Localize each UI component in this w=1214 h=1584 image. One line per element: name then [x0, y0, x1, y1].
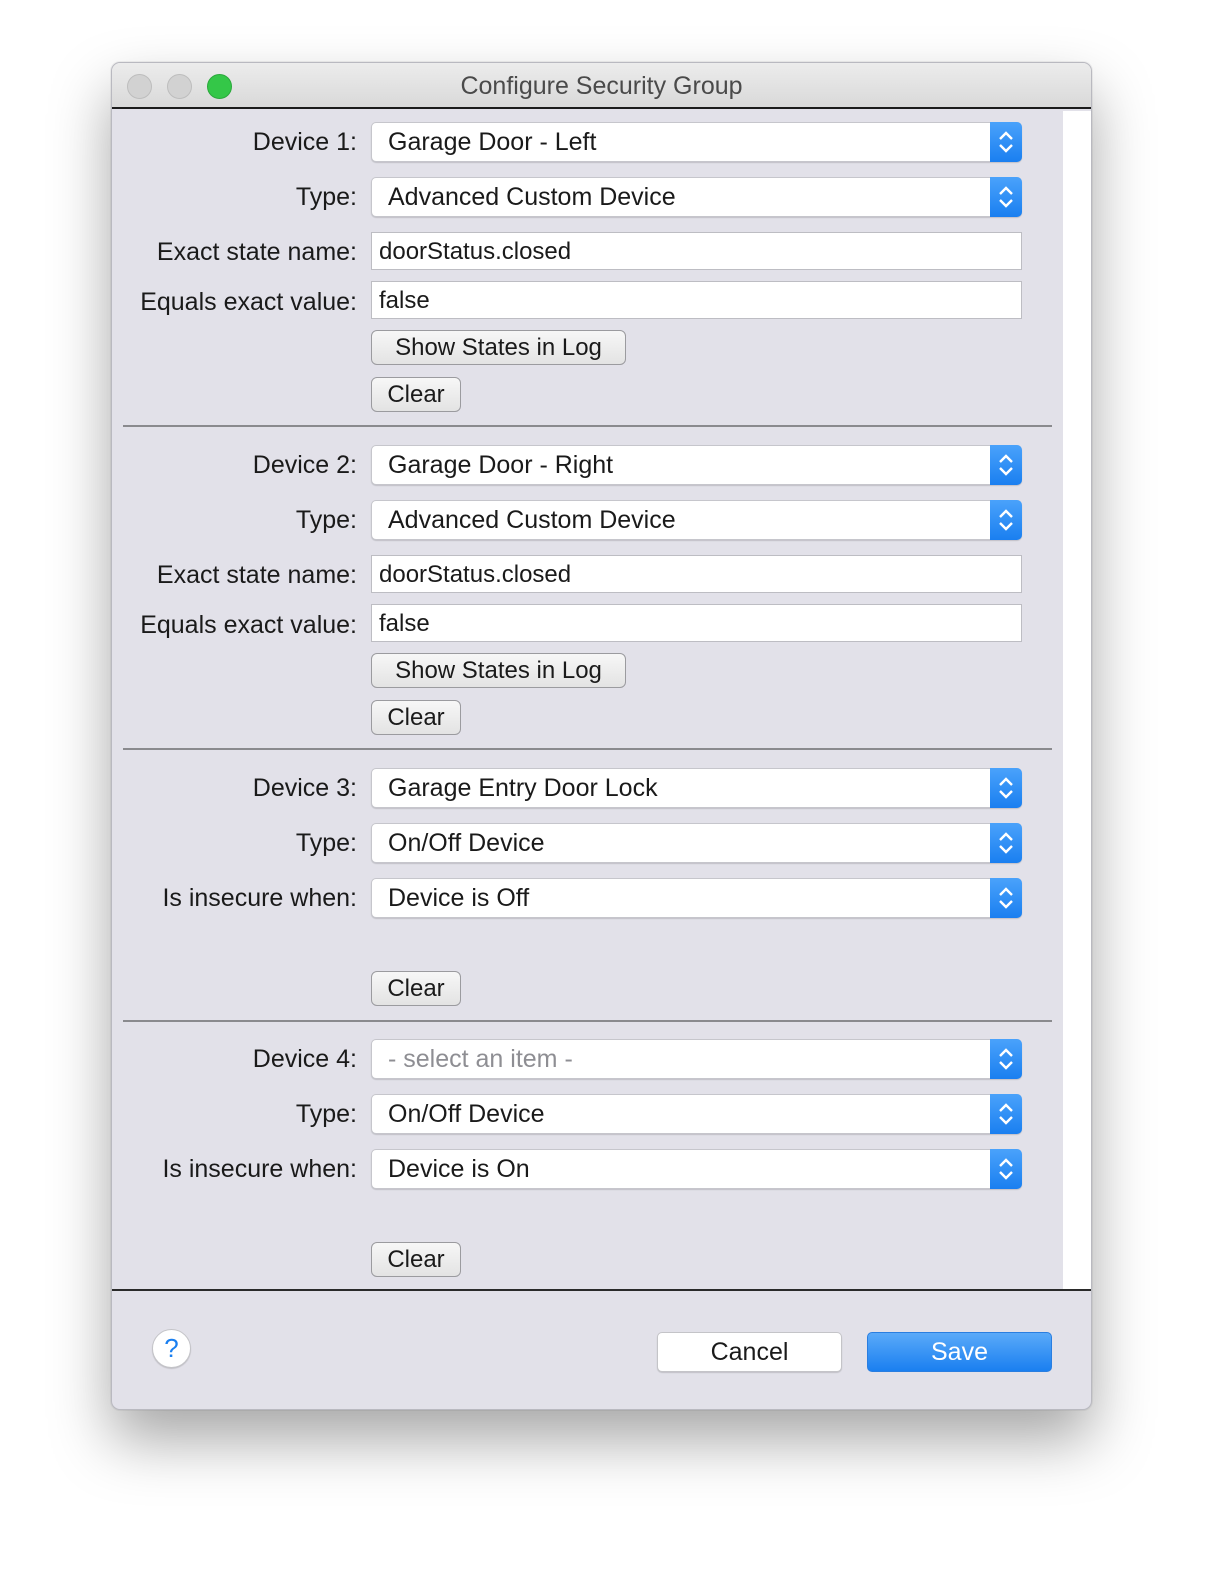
device-4-insecure-label: Is insecure when: [162, 1155, 357, 1183]
section-divider [123, 425, 1052, 427]
device-1-state-label: Exact state name: [156, 238, 357, 266]
device-1-type-label: Type: [295, 183, 357, 211]
device-2-type-label: Type: [295, 506, 357, 534]
device-3-type-label: Type: [295, 829, 357, 857]
save-button[interactable]: Save [867, 1332, 1052, 1372]
device-4-type-label: Type: [295, 1100, 357, 1128]
footer-divider [112, 1289, 1091, 1291]
stepper-icon [990, 177, 1022, 217]
device-3-type-popup[interactable]: On/Off Device [371, 823, 1022, 863]
device-2-equals-value: false [379, 610, 430, 637]
device-2-equals-label: Equals exact value: [140, 611, 357, 639]
device-2-state-value: doorStatus.closed [379, 561, 572, 588]
device-1-equals-input[interactable]: false [371, 281, 1022, 319]
stepper-icon [990, 878, 1022, 918]
device-1-show-log-button[interactable]: Show States in Log [371, 330, 626, 365]
device-1-label: Device 1: [252, 128, 357, 156]
stepper-icon [990, 823, 1022, 863]
device-4-type-popup[interactable]: On/Off Device [371, 1094, 1022, 1134]
device-3-insecure-popup[interactable]: Device is Off [371, 878, 1022, 918]
section-divider [123, 1020, 1052, 1022]
device-2-clear-button[interactable]: Clear [371, 700, 461, 735]
device-4-insecure-popup[interactable]: Device is On [371, 1149, 1022, 1189]
device-2-type-value: Advanced Custom Device [388, 506, 676, 534]
device-2-show-log-button[interactable]: Show States in Log [371, 653, 626, 688]
stepper-icon [990, 1039, 1022, 1079]
device-1-popup[interactable]: Garage Door - Left [371, 122, 1022, 162]
device-1-equals-label: Equals exact value: [140, 288, 357, 316]
device-2-state-input[interactable]: doorStatus.closed [371, 555, 1022, 593]
device-4-clear-button[interactable]: Clear [371, 1242, 461, 1277]
stepper-icon [990, 500, 1022, 540]
device-2-state-label: Exact state name: [156, 561, 357, 589]
device-1-type-popup[interactable]: Advanced Custom Device [371, 177, 1022, 217]
stepper-icon [990, 122, 1022, 162]
device-4-insecure-value: Device is On [388, 1155, 530, 1183]
help-icon[interactable]: ? [152, 1329, 191, 1368]
device-1-state-input[interactable]: doorStatus.closed [371, 232, 1022, 270]
device-4-popup[interactable]: - select an item - [371, 1039, 1022, 1079]
stepper-icon [990, 768, 1022, 808]
device-2-label: Device 2: [252, 451, 357, 479]
device-4-label: Device 4: [252, 1045, 357, 1073]
stepper-icon [990, 1149, 1022, 1189]
device-4-value: - select an item - [388, 1045, 573, 1073]
title-bar[interactable]: Configure Security Group [112, 63, 1091, 109]
device-2-popup[interactable]: Garage Door - Right [371, 445, 1022, 485]
device-1-equals-value: false [379, 287, 430, 314]
device-1-clear-button[interactable]: Clear [371, 377, 461, 412]
stepper-icon [990, 1094, 1022, 1134]
device-1-state-value: doorStatus.closed [379, 238, 572, 265]
device-2-type-popup[interactable]: Advanced Custom Device [371, 500, 1022, 540]
device-3-value: Garage Entry Door Lock [388, 774, 658, 802]
cancel-button[interactable]: Cancel [657, 1332, 842, 1372]
device-3-type-value: On/Off Device [388, 829, 545, 857]
device-4-type-value: On/Off Device [388, 1100, 545, 1128]
window-title: Configure Security Group [460, 72, 743, 100]
device-2-value: Garage Door - Right [388, 451, 614, 479]
stepper-icon [990, 445, 1022, 485]
scrollbar-track[interactable] [1063, 111, 1091, 1289]
device-2-equals-input[interactable]: false [371, 604, 1022, 642]
section-divider [123, 748, 1052, 750]
dialog-window: Configure Security Group Device 1: Garag… [111, 62, 1092, 1410]
device-1-type-value: Advanced Custom Device [388, 183, 676, 211]
device-1-value: Garage Door - Left [388, 128, 597, 156]
device-3-clear-button[interactable]: Clear [371, 971, 461, 1006]
device-3-insecure-label: Is insecure when: [162, 884, 357, 912]
device-3-insecure-value: Device is Off [388, 884, 530, 912]
device-3-popup[interactable]: Garage Entry Door Lock [371, 768, 1022, 808]
device-3-label: Device 3: [252, 774, 357, 802]
